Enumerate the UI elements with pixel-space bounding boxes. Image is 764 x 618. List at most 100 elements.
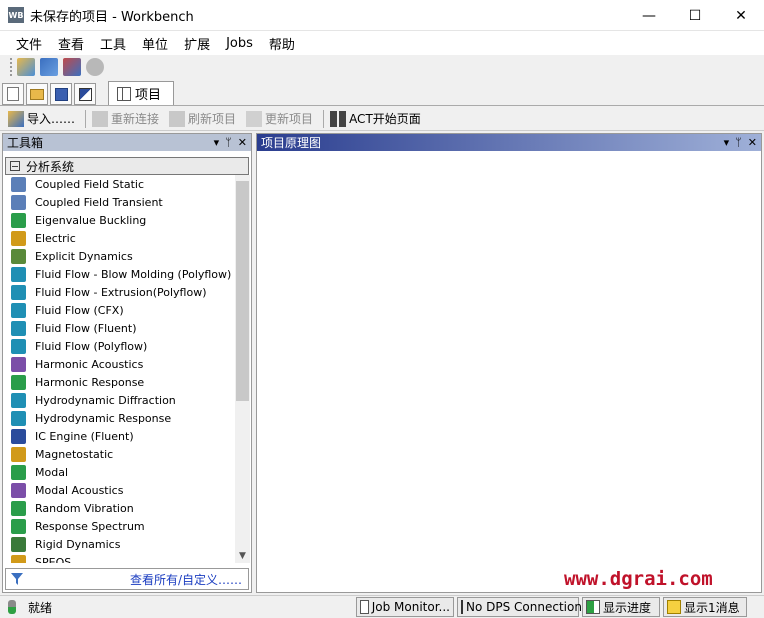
dps-connection-button[interactable]: No DPS Connection [457,597,582,617]
save-disk-icon[interactable] [40,58,58,76]
import-button[interactable]: 导入…… [8,110,75,127]
list-item[interactable]: Fluid Flow (Fluent) [3,319,239,337]
refresh-project-button[interactable]: 刷新项目 [169,110,236,127]
analysis-system-label: Coupled Field Transient [35,195,163,209]
list-item[interactable]: Coupled Field Transient [3,193,239,211]
tab-project[interactable]: 项目 [108,81,174,105]
scroll-down-icon[interactable]: ▼ [239,551,246,561]
toolbar-separator [323,109,325,128]
open-project-icon[interactable] [17,58,35,76]
refresh-label: 刷新项目 [188,112,237,126]
list-item[interactable]: Harmonic Acoustics [3,355,239,373]
analysis-systems-group[interactable]: 分析系统 [5,157,249,175]
analysis-system-label: Fluid Flow - Extrusion(Polyflow) [35,285,207,299]
title-bar: WB 未保存的项目 - Workbench — ☐ ✕ [0,0,764,31]
menu-jobs[interactable]: Jobs [218,36,261,51]
toolbar-grip[interactable] [10,58,13,76]
analysis-system-label: Explicit Dynamics [35,249,133,263]
analysis-system-icon [11,482,26,498]
list-item[interactable]: Hydrodynamic Diffraction [3,391,239,409]
list-item[interactable]: Random Vibration [3,499,239,517]
list-item[interactable]: Rigid Dynamics [3,535,239,553]
toolbox-scrollbar[interactable]: ▼ [235,175,250,563]
reconnect-label: 重新连接 [111,112,160,126]
analysis-system-label: Rigid Dynamics [35,537,121,551]
workbench-app-icon: WB [8,7,24,23]
job-monitor-button[interactable]: Job Monitor... [356,597,454,617]
minimize-button[interactable]: — [626,0,672,31]
list-item[interactable]: Modal [3,463,239,481]
analysis-system-icon [11,500,26,516]
save-button[interactable] [50,83,72,105]
analysis-system-icon [11,320,26,336]
list-item[interactable]: Fluid Flow (CFX) [3,301,239,319]
panel-menu-icon[interactable]: ▾ [724,136,730,149]
analysis-system-icon [11,248,26,264]
analysis-system-icon [11,212,26,228]
panel-close-icon[interactable]: ✕ [748,136,757,149]
menu-bar: 文件 查看 工具 单位 扩展 Jobs 帮助 [0,31,764,55]
list-item[interactable]: Fluid Flow - Extrusion(Polyflow) [3,283,239,301]
act-label: ACT开始页面 [349,112,421,126]
progress-label: 显示进度 [603,600,652,615]
menu-file[interactable]: 文件 [8,34,50,53]
open-button[interactable] [26,83,48,105]
view-all-customize-link[interactable]: 查看所有/自定义…… [130,571,242,588]
close-window-button[interactable]: ✕ [718,0,764,31]
analysis-system-icon [11,266,26,282]
list-item[interactable]: IC Engine (Fluent) [3,427,239,445]
list-item[interactable]: Fluid Flow (Polyflow) [3,337,239,355]
analysis-system-label: SPEOS [35,555,72,564]
monitor-graph-icon [360,600,369,614]
menu-tools[interactable]: 工具 [92,34,134,53]
menu-units[interactable]: 单位 [134,34,176,53]
list-item[interactable]: SPEOS [3,553,239,563]
list-item[interactable]: Harmonic Response [3,373,239,391]
act-start-page-button[interactable]: ACT开始页面 [330,110,421,127]
panel-menu-icon[interactable]: ▾ [214,136,220,149]
grid-icon [330,110,347,127]
toolbox-footer: 查看所有/自定义…… [5,568,249,590]
save-as-icon[interactable] [63,58,81,76]
analysis-system-icon [11,518,26,534]
show-messages-button[interactable]: 显示1消息 [663,597,747,617]
list-item[interactable]: Explicit Dynamics [3,247,239,265]
scrollbar-thumb[interactable] [236,181,249,401]
maximize-button[interactable]: ☐ [672,0,718,31]
save-as-button[interactable] [74,83,96,105]
toolbox-title: 工具箱 [7,136,44,150]
list-item[interactable]: Coupled Field Static [3,175,239,193]
analysis-system-icon [11,356,26,372]
analysis-system-label: Random Vibration [35,501,134,515]
analysis-system-icon [11,428,26,444]
panel-close-icon[interactable]: ✕ [238,136,247,149]
filter-icon[interactable] [10,572,24,586]
update-project-button[interactable]: 更新项目 [246,110,313,127]
analysis-system-label: Hydrodynamic Response [35,411,172,425]
menu-help[interactable]: 帮助 [261,34,303,53]
list-item[interactable]: Fluid Flow - Blow Molding (Polyflow) [3,265,239,283]
analysis-system-label: Coupled Field Static [35,177,145,191]
analysis-system-icon [11,194,26,210]
list-item[interactable]: Eigenvalue Buckling [3,211,239,229]
pin-icon[interactable]: ᛘ [225,136,232,149]
toolbar-separator [85,109,87,128]
reconnect-button[interactable]: 重新连接 [92,110,159,127]
list-item[interactable]: Magnetostatic [3,445,239,463]
save-icon [54,87,68,101]
new-project-button[interactable] [2,83,24,105]
analysis-system-label: Fluid Flow (Fluent) [35,321,137,335]
analysis-system-icon [11,302,26,318]
list-item[interactable]: Response Spectrum [3,517,239,535]
analysis-systems-list: Coupled Field Static Coupled Field Transi… [3,175,239,563]
show-progress-button[interactable]: 显示进度 [582,597,660,617]
list-item[interactable]: Hydrodynamic Response [3,409,239,427]
menu-view[interactable]: 查看 [50,34,92,53]
pin-icon[interactable]: ᛘ [735,136,742,149]
collapse-icon[interactable] [10,161,20,171]
list-item[interactable]: Electric [3,229,239,247]
list-item[interactable]: Modal Acoustics [3,481,239,499]
menu-extensions[interactable]: 扩展 [176,34,218,53]
lightning-icon [246,110,263,127]
project-toolbar: 导入…… 重新连接 刷新项目 更新项目 ACT开始页面 [0,107,764,131]
